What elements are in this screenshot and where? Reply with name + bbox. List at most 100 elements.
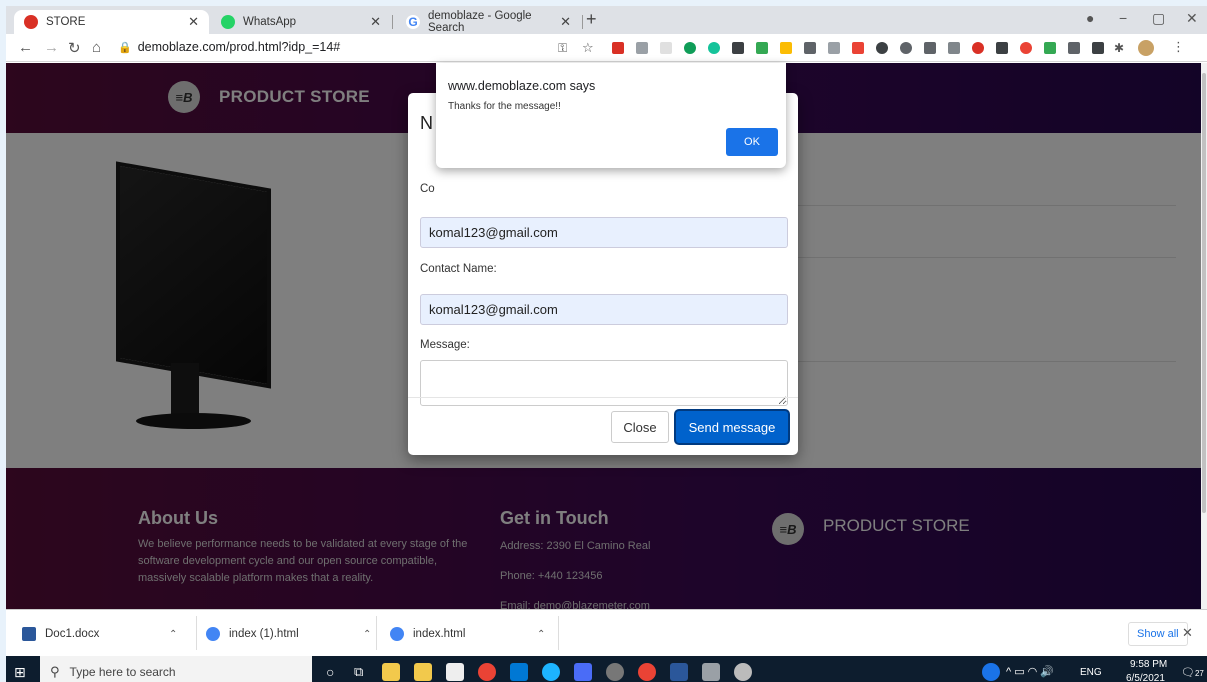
word-icon[interactable] <box>670 663 688 681</box>
windows-start-icon[interactable]: ⊞ <box>14 664 26 681</box>
page-scrollbar[interactable] <box>1201 63 1207 609</box>
extension-icon[interactable] <box>1068 42 1080 54</box>
alert-origin-title: www.demoblaze.com says <box>448 79 596 93</box>
help-icon[interactable] <box>982 663 1000 681</box>
tab-whatsapp-title: WhatsApp <box>243 16 297 28</box>
app-icon[interactable] <box>702 663 720 681</box>
extension-icon[interactable] <box>948 42 960 54</box>
minimize-icon[interactable]: − <box>1119 10 1127 26</box>
language-indicator[interactable]: ENG <box>1080 667 1102 678</box>
notifications-icon[interactable]: 🗨27 <box>1181 666 1204 679</box>
search-icon: ⚲ <box>50 664 60 679</box>
download-filename: index (1).html <box>229 628 299 640</box>
extension-icon[interactable] <box>804 42 816 54</box>
windows-taskbar: ⊞ ⚲ Type here to search ○ ⧉ ^ ▭ ◠ 🔊 ENG … <box>6 656 1207 682</box>
contact-email-input[interactable] <box>420 217 788 248</box>
browser-toolbar: ← → ↻ ⌂ 🔒 demoblaze.com/prod.html?idp_=14… <box>6 34 1207 62</box>
extension-icon[interactable] <box>1020 42 1032 54</box>
taskbar-search-box[interactable]: ⚲ Type here to search <box>40 656 312 682</box>
extension-icon[interactable] <box>660 42 672 54</box>
chevron-up-icon[interactable]: ⌃ <box>363 629 371 640</box>
home-icon[interactable]: ⌂ <box>92 39 101 56</box>
edge-icon[interactable] <box>542 663 560 681</box>
url-text: demoblaze.com/prod.html?idp_=14# <box>137 40 341 54</box>
window-close-icon[interactable]: ✕ <box>1186 10 1198 27</box>
close-icon[interactable]: ✕ <box>1182 625 1193 641</box>
tray-icons[interactable]: ^ ▭ ◠ 🔊 <box>1006 665 1054 678</box>
chevron-up-icon[interactable]: ⌃ <box>169 629 177 640</box>
settings-gear-icon[interactable] <box>606 663 624 681</box>
download-item-index1[interactable]: index (1).html ⌃ <box>206 621 371 647</box>
avatar[interactable] <box>1138 40 1154 56</box>
paint-icon[interactable] <box>734 663 752 681</box>
tab-whatsapp[interactable]: WhatsApp ✕ <box>211 10 391 34</box>
tab-store[interactable]: STORE ✕ <box>14 10 209 34</box>
close-button[interactable]: Close <box>611 411 669 443</box>
extension-icon[interactable] <box>876 42 888 54</box>
app-icon[interactable] <box>574 663 592 681</box>
extension-icon[interactable] <box>732 42 744 54</box>
mail-icon[interactable] <box>510 663 528 681</box>
alert-message: Thanks for the message!! <box>448 101 561 112</box>
close-icon[interactable]: ✕ <box>188 14 199 30</box>
puzzle-extensions-icon[interactable]: ✱ <box>1114 41 1124 55</box>
close-icon[interactable]: ✕ <box>370 14 381 30</box>
extension-icon[interactable] <box>900 42 912 54</box>
contact-name-input[interactable] <box>420 294 788 325</box>
scrollbar-thumb[interactable] <box>1202 73 1206 513</box>
extension-icon[interactable] <box>684 42 696 54</box>
modal-title: N <box>420 113 433 133</box>
tab-google-search[interactable]: G demoblaze - Google Search ✕ <box>396 10 581 34</box>
profile-dot-icon[interactable]: ● <box>1086 10 1094 26</box>
file-explorer-icon[interactable] <box>382 663 400 681</box>
extension-icon[interactable] <box>828 42 840 54</box>
chevron-up-icon[interactable]: ⌃ <box>537 629 545 640</box>
chrome-icon[interactable] <box>638 663 656 681</box>
message-label: Message: <box>420 339 470 351</box>
extension-icon[interactable] <box>1092 42 1104 54</box>
task-view-icon[interactable]: ⧉ <box>354 664 363 680</box>
angular-icon[interactable] <box>972 42 984 54</box>
lock-icon: 🔒 <box>118 42 132 54</box>
back-arrow-icon[interactable]: ← <box>18 39 33 56</box>
chrome-icon[interactable] <box>478 663 496 681</box>
clock-time[interactable]: 9:58 PM <box>1130 659 1167 670</box>
address-bar[interactable]: 🔒 demoblaze.com/prod.html?idp_=14# <box>118 40 340 54</box>
extension-icon[interactable] <box>756 42 768 54</box>
new-tab-plus-icon[interactable]: + <box>586 9 597 30</box>
amazon-icon[interactable] <box>446 663 464 681</box>
store-bag-icon[interactable] <box>414 663 432 681</box>
grammarly-icon[interactable] <box>708 42 720 54</box>
extension-icon[interactable] <box>636 42 648 54</box>
extension-icon[interactable] <box>612 42 624 54</box>
extension-icon[interactable] <box>996 42 1008 54</box>
whatsapp-favicon-icon <box>221 15 235 29</box>
extension-icon[interactable] <box>852 42 864 54</box>
notification-count: 27 <box>1194 669 1204 678</box>
extension-icon[interactable] <box>780 42 792 54</box>
tab-divider <box>582 15 583 29</box>
contact-name-label: Contact Name: <box>420 263 497 275</box>
download-item-index[interactable]: index.html ⌃ <box>390 621 545 647</box>
reload-icon[interactable]: ↻ <box>68 39 81 57</box>
send-message-button[interactable]: Send message <box>676 411 788 443</box>
extension-icon[interactable] <box>1044 42 1056 54</box>
forward-arrow-icon[interactable]: → <box>44 39 59 56</box>
download-item-doc1[interactable]: Doc1.docx ⌃ <box>22 621 177 647</box>
message-textarea[interactable] <box>420 360 788 406</box>
maximize-icon[interactable]: ▢ <box>1152 10 1165 27</box>
clock-date[interactable]: 6/5/2021 <box>1126 673 1165 682</box>
divider <box>558 616 559 650</box>
cortana-icon[interactable]: ○ <box>326 664 334 680</box>
alert-ok-button[interactable]: OK <box>726 128 778 156</box>
kebab-menu-icon[interactable]: ⋮ <box>1172 39 1185 55</box>
show-all-button[interactable]: Show all <box>1128 622 1188 646</box>
star-bookmark-icon[interactable]: ☆ <box>582 40 594 56</box>
extension-icon[interactable] <box>924 42 936 54</box>
key-icon[interactable]: ⚿ <box>558 41 567 56</box>
modal-footer-divider <box>408 397 798 398</box>
close-icon[interactable]: ✕ <box>560 14 571 30</box>
chrome-html-icon <box>206 627 220 641</box>
word-doc-icon <box>22 627 36 641</box>
download-filename: index.html <box>413 628 466 640</box>
